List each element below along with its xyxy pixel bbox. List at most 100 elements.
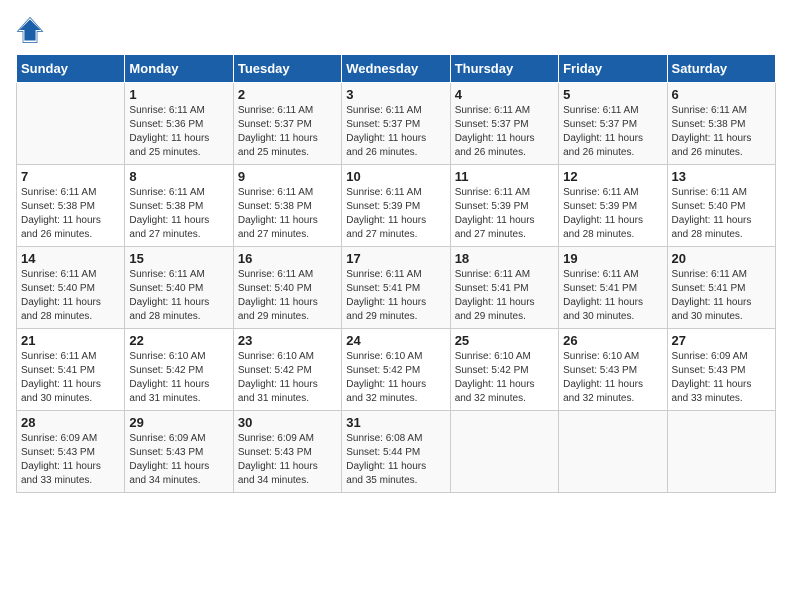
day-number: 14 bbox=[21, 251, 120, 266]
day-number: 11 bbox=[455, 169, 554, 184]
day-of-week-header: Wednesday bbox=[342, 55, 450, 83]
day-info: Sunrise: 6:09 AM Sunset: 5:43 PM Dayligh… bbox=[672, 350, 771, 406]
calendar-cell bbox=[559, 411, 667, 493]
day-of-week-header: Saturday bbox=[667, 55, 775, 83]
calendar-cell: 16Sunrise: 6:11 AM Sunset: 5:40 PM Dayli… bbox=[233, 247, 341, 329]
day-info: Sunrise: 6:11 AM Sunset: 5:41 PM Dayligh… bbox=[21, 350, 120, 406]
day-number: 18 bbox=[455, 251, 554, 266]
day-number: 31 bbox=[346, 415, 445, 430]
calendar-cell: 30 Sunrise: 6:09 AM Sunset: 5:43 PM Dayli… bbox=[233, 411, 341, 493]
day-info: Sunrise: 6:11 AM Sunset: 5:37 PM Dayligh… bbox=[455, 104, 554, 160]
day-info: Sunrise: 6:10 AM Sunset: 5:43 PM Dayligh… bbox=[563, 350, 662, 406]
day-info: Sunrise: 6:10 AM Sunset: 5:42 PM Dayligh… bbox=[455, 350, 554, 406]
calendar-cell bbox=[450, 411, 558, 493]
day-number: 9 bbox=[238, 169, 337, 184]
day-number: 23 bbox=[238, 333, 337, 348]
calendar-cell: 18 Sunrise: 6:11 AM Sunset: 5:41 PM Dayli… bbox=[450, 247, 558, 329]
day-info: Sunrise: 6:11 AM Sunset: 5:41 PM Dayligh… bbox=[563, 268, 662, 324]
calendar-cell: 13 Sunrise: 6:11 AM Sunset: 5:40 PM Dayli… bbox=[667, 165, 775, 247]
day-info: Sunrise: 6:11 AM Sunset: 5:38 PM Dayligh… bbox=[238, 186, 337, 242]
calendar-cell: 12 Sunrise: 6:11 AM Sunset: 5:39 PM Dayli… bbox=[559, 165, 667, 247]
day-of-week-header: Friday bbox=[559, 55, 667, 83]
calendar-cell: 9 Sunrise: 6:11 AM Sunset: 5:38 PM Daylig… bbox=[233, 165, 341, 247]
day-info: Sunrise: 6:09 AM Sunset: 5:43 PM Dayligh… bbox=[21, 432, 120, 488]
page-header bbox=[16, 16, 776, 44]
calendar-cell: 7Sunrise: 6:11 AM Sunset: 5:38 PM Daylig… bbox=[17, 165, 125, 247]
calendar-cell: 14 Sunrise: 6:11 AM Sunset: 5:40 PM Dayli… bbox=[17, 247, 125, 329]
logo-icon bbox=[16, 16, 44, 44]
day-of-week-header: Monday bbox=[125, 55, 233, 83]
day-info: Sunrise: 6:11 AM Sunset: 5:40 PM Dayligh… bbox=[672, 186, 771, 242]
day-info: Sunrise: 6:11 AM Sunset: 5:38 PM Dayligh… bbox=[129, 186, 228, 242]
day-of-week-header: Thursday bbox=[450, 55, 558, 83]
calendar-cell: 19 Sunrise: 6:11 AM Sunset: 5:41 PM Dayli… bbox=[559, 247, 667, 329]
calendar-cell: 28 Sunrise: 6:09 AM Sunset: 5:43 PM Dayli… bbox=[17, 411, 125, 493]
day-number: 8 bbox=[129, 169, 228, 184]
day-number: 29 bbox=[129, 415, 228, 430]
day-number: 27 bbox=[672, 333, 771, 348]
logo bbox=[16, 16, 48, 44]
day-info: Sunrise: 6:09 AM Sunset: 5:43 PM Dayligh… bbox=[238, 432, 337, 488]
day-info: Sunrise: 6:11 AM Sunset: 5:37 PM Dayligh… bbox=[563, 104, 662, 160]
day-info: Sunrise: 6:11 AM Sunset: 5:40 PM Dayligh… bbox=[129, 268, 228, 324]
day-number: 4 bbox=[455, 87, 554, 102]
calendar-cell: 1Sunrise: 6:11 AM Sunset: 5:36 PM Daylig… bbox=[125, 83, 233, 165]
calendar-cell: 2Sunrise: 6:11 AM Sunset: 5:37 PM Daylig… bbox=[233, 83, 341, 165]
day-info: Sunrise: 6:10 AM Sunset: 5:42 PM Dayligh… bbox=[238, 350, 337, 406]
calendar-cell: 15 Sunrise: 6:11 AM Sunset: 5:40 PM Dayli… bbox=[125, 247, 233, 329]
calendar-week-row: 14 Sunrise: 6:11 AM Sunset: 5:40 PM Dayli… bbox=[17, 247, 776, 329]
day-info: Sunrise: 6:10 AM Sunset: 5:42 PM Dayligh… bbox=[346, 350, 445, 406]
day-number: 17 bbox=[346, 251, 445, 266]
calendar-cell: 4 Sunrise: 6:11 AM Sunset: 5:37 PM Daylig… bbox=[450, 83, 558, 165]
calendar-cell: 29 Sunrise: 6:09 AM Sunset: 5:43 PM Dayli… bbox=[125, 411, 233, 493]
calendar-cell: 3 Sunrise: 6:11 AM Sunset: 5:37 PM Daylig… bbox=[342, 83, 450, 165]
day-info: Sunrise: 6:08 AM Sunset: 5:44 PM Dayligh… bbox=[346, 432, 445, 488]
day-number: 22 bbox=[129, 333, 228, 348]
day-number: 30 bbox=[238, 415, 337, 430]
calendar-cell: 26Sunrise: 6:10 AM Sunset: 5:43 PM Dayli… bbox=[559, 329, 667, 411]
day-of-week-header: Sunday bbox=[17, 55, 125, 83]
calendar-week-row: 7Sunrise: 6:11 AM Sunset: 5:38 PM Daylig… bbox=[17, 165, 776, 247]
day-number: 10 bbox=[346, 169, 445, 184]
day-number: 12 bbox=[563, 169, 662, 184]
calendar-cell: 31 Sunrise: 6:08 AM Sunset: 5:44 PM Dayli… bbox=[342, 411, 450, 493]
day-info: Sunrise: 6:11 AM Sunset: 5:41 PM Dayligh… bbox=[346, 268, 445, 324]
calendar-cell: 5 Sunrise: 6:11 AM Sunset: 5:37 PM Daylig… bbox=[559, 83, 667, 165]
day-number: 19 bbox=[563, 251, 662, 266]
calendar-cell: 10Sunrise: 6:11 AM Sunset: 5:39 PM Dayli… bbox=[342, 165, 450, 247]
day-info: Sunrise: 6:09 AM Sunset: 5:43 PM Dayligh… bbox=[129, 432, 228, 488]
calendar-cell bbox=[667, 411, 775, 493]
day-info: Sunrise: 6:11 AM Sunset: 5:40 PM Dayligh… bbox=[21, 268, 120, 324]
day-number: 1 bbox=[129, 87, 228, 102]
calendar-week-row: 21 Sunrise: 6:11 AM Sunset: 5:41 PM Dayli… bbox=[17, 329, 776, 411]
calendar-week-row: 28 Sunrise: 6:09 AM Sunset: 5:43 PM Dayli… bbox=[17, 411, 776, 493]
day-number: 5 bbox=[563, 87, 662, 102]
calendar-cell: 27 Sunrise: 6:09 AM Sunset: 5:43 PM Dayli… bbox=[667, 329, 775, 411]
day-number: 24 bbox=[346, 333, 445, 348]
day-info: Sunrise: 6:11 AM Sunset: 5:40 PM Dayligh… bbox=[238, 268, 337, 324]
day-number: 28 bbox=[21, 415, 120, 430]
day-number: 15 bbox=[129, 251, 228, 266]
calendar-header-row: SundayMondayTuesdayWednesdayThursdayFrid… bbox=[17, 55, 776, 83]
day-number: 2 bbox=[238, 87, 337, 102]
day-info: Sunrise: 6:11 AM Sunset: 5:37 PM Dayligh… bbox=[346, 104, 445, 160]
calendar-cell: 6Sunrise: 6:11 AM Sunset: 5:38 PM Daylig… bbox=[667, 83, 775, 165]
calendar-cell: 11 Sunrise: 6:11 AM Sunset: 5:39 PM Dayli… bbox=[450, 165, 558, 247]
calendar-cell: 24 Sunrise: 6:10 AM Sunset: 5:42 PM Dayli… bbox=[342, 329, 450, 411]
day-info: Sunrise: 6:11 AM Sunset: 5:38 PM Dayligh… bbox=[672, 104, 771, 160]
calendar-cell bbox=[17, 83, 125, 165]
day-info: Sunrise: 6:11 AM Sunset: 5:39 PM Dayligh… bbox=[563, 186, 662, 242]
calendar-week-row: 1Sunrise: 6:11 AM Sunset: 5:36 PM Daylig… bbox=[17, 83, 776, 165]
day-info: Sunrise: 6:10 AM Sunset: 5:42 PM Dayligh… bbox=[129, 350, 228, 406]
calendar-cell: 21 Sunrise: 6:11 AM Sunset: 5:41 PM Dayli… bbox=[17, 329, 125, 411]
calendar-table: SundayMondayTuesdayWednesdayThursdayFrid… bbox=[16, 54, 776, 493]
calendar-cell: 25Sunrise: 6:10 AM Sunset: 5:42 PM Dayli… bbox=[450, 329, 558, 411]
day-number: 13 bbox=[672, 169, 771, 184]
calendar-cell: 20Sunrise: 6:11 AM Sunset: 5:41 PM Dayli… bbox=[667, 247, 775, 329]
day-number: 3 bbox=[346, 87, 445, 102]
day-info: Sunrise: 6:11 AM Sunset: 5:39 PM Dayligh… bbox=[455, 186, 554, 242]
day-number: 21 bbox=[21, 333, 120, 348]
day-info: Sunrise: 6:11 AM Sunset: 5:41 PM Dayligh… bbox=[455, 268, 554, 324]
day-of-week-header: Tuesday bbox=[233, 55, 341, 83]
calendar-cell: 23 Sunrise: 6:10 AM Sunset: 5:42 PM Dayli… bbox=[233, 329, 341, 411]
